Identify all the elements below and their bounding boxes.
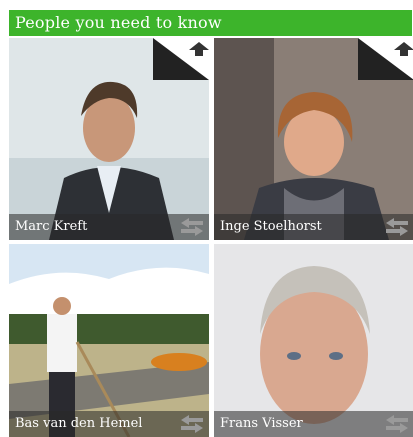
widget-title: People you need to know bbox=[9, 10, 412, 36]
person-photo bbox=[214, 244, 413, 437]
person-card-inge-stoelhorst[interactable]: Inge Stoelhorst bbox=[214, 38, 413, 240]
swap-arrows-icon[interactable] bbox=[179, 217, 205, 237]
person-card-bas-van-den-hemel[interactable]: Bas van den Hemel bbox=[9, 244, 209, 437]
swap-arrows-icon[interactable] bbox=[179, 414, 205, 434]
corner-badge-icon bbox=[153, 38, 209, 80]
person-photo bbox=[9, 244, 209, 437]
swap-arrows-icon[interactable] bbox=[384, 217, 410, 237]
person-card-frans-visser[interactable]: Frans Visser bbox=[214, 244, 413, 437]
corner-badge-icon bbox=[358, 38, 413, 80]
swap-arrows-icon[interactable] bbox=[384, 414, 410, 434]
person-card-marc-kreft[interactable]: Marc Kreft bbox=[9, 38, 209, 240]
people-widget: People you need to know Marc Kreft Inge … bbox=[9, 10, 413, 437]
